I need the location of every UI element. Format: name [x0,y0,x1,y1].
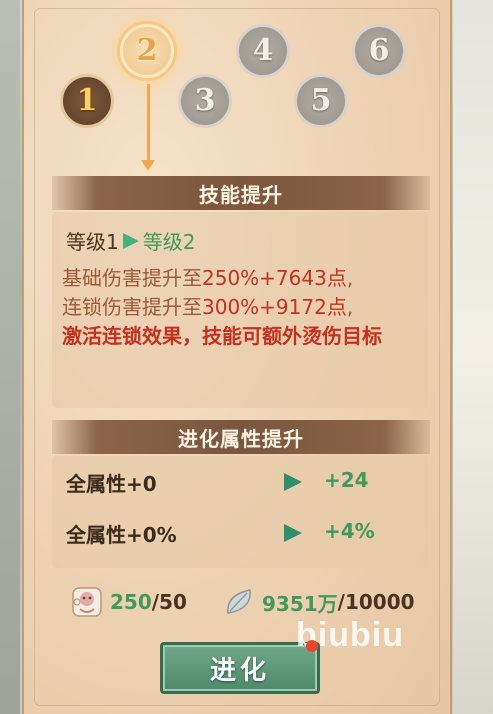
arrow-right-icon [284,524,302,542]
desc-line-2-value: 300%+9172点 [202,295,347,319]
cost-leaf-need: /10000 [337,590,415,614]
evolution-attr-title: 进化属性提升 [178,426,304,451]
skill-upgrade-title: 技能提升 [199,182,283,207]
cost-puzzle-need: /50 [151,590,187,614]
node-2-label: 2 [136,33,158,68]
down-arrow-icon [141,160,155,171]
node-6[interactable]: 6 [352,24,406,78]
attr-row-1-value: +24 [324,468,369,492]
desc-line-1-value: 250%+7643点 [202,266,347,290]
desc-line-2-prefix: 连锁伤害提升至 [62,295,202,319]
evolution-attr-header: 进化属性提升 [52,420,430,454]
desc-line-2: 连锁伤害提升至300%+9172点, [62,293,422,322]
node-2[interactable]: 2 [120,24,174,78]
node-5[interactable]: 5 [294,74,348,128]
node-4-label: 4 [252,33,274,68]
arrow-right-icon [122,232,139,249]
skill-description: 基础伤害提升至250%+7643点, 连锁伤害提升至300%+9172点, 激活… [62,264,422,351]
cost-leaf: 9351万 /10000 [222,584,415,620]
attr-row-1: 全属性+0 +24 [66,468,416,498]
evolve-button-label: 进化 [209,655,270,686]
puzzle-piece-icon[interactable] [70,585,104,619]
selection-connector [147,84,150,162]
silver-leaf-icon[interactable] [222,585,256,619]
desc-line-1-prefix: 基础伤害提升至 [62,266,202,290]
attr-row-2: 全属性+0% +4% [66,519,416,549]
cost-puzzle-have: 250 [110,590,152,614]
cost-leaf-have: 9351万 [262,591,338,616]
level-change: 等级1 等级2 [66,226,195,255]
node-3[interactable]: 3 [178,74,232,128]
cost-puzzle: 250 /50 [70,584,187,620]
attr-row-1-label: 全属性+0 [66,472,157,496]
node-4[interactable]: 4 [236,24,290,78]
background-right [453,0,493,714]
background-left [0,0,20,714]
attr-row-2-value: +4% [324,519,375,543]
node-5-label: 5 [310,83,332,118]
attr-row-2-label: 全属性+0% [66,523,177,547]
desc-line-3: 激活连锁效果，技能可额外烫伤目标 [62,324,382,348]
watermark-dot [306,640,318,652]
desc-line-2-suffix: , [346,295,354,319]
desc-line-1: 基础伤害提升至250%+7643点, [62,264,422,293]
level-to: 等级2 [142,230,196,254]
node-1[interactable]: 1 [60,74,114,128]
node-1-label: 1 [76,83,98,118]
node-6-label: 6 [368,33,390,68]
skill-upgrade-header: 技能提升 [52,176,430,210]
level-from: 等级1 [66,230,119,254]
node-3-label: 3 [194,83,216,118]
desc-line-1-suffix: , [346,266,354,290]
arrow-right-icon [284,473,302,491]
